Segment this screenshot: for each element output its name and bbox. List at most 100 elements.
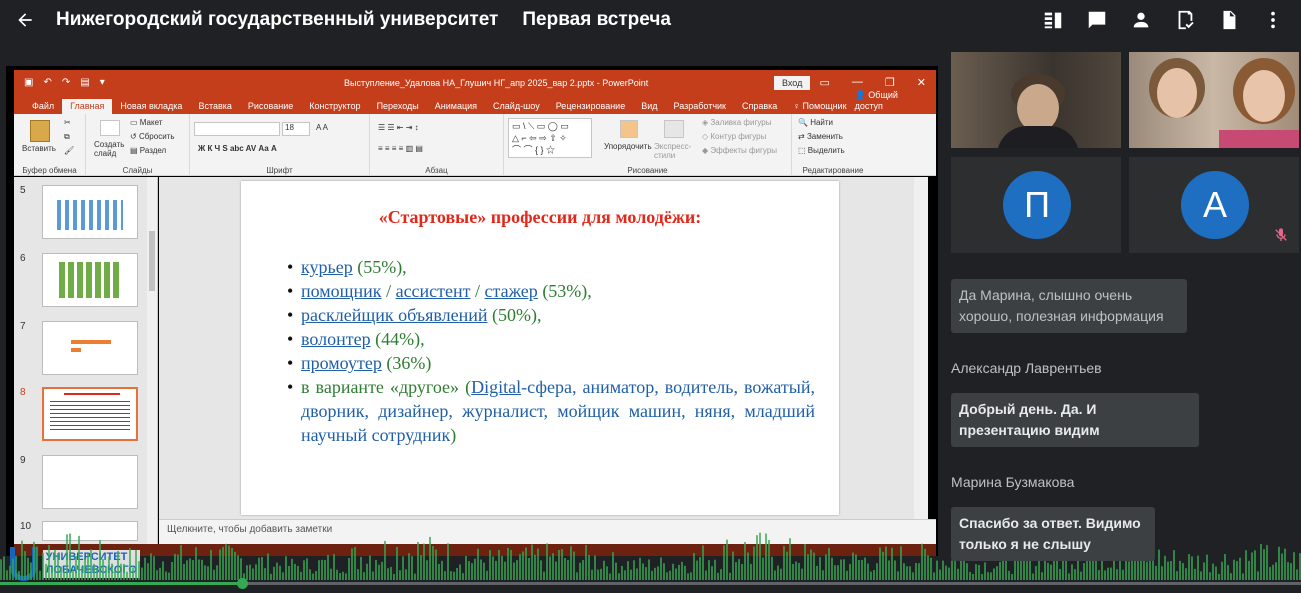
login-button[interactable]: Вход [774, 76, 811, 90]
participant-video-2[interactable] [1129, 52, 1299, 148]
format-buttons[interactable]: Ж К Ч S abc AV Аа A [198, 144, 277, 153]
ribbon-tab-8[interactable]: Слайд-шоу [485, 99, 548, 114]
people-icon[interactable] [1123, 6, 1159, 34]
chat-icon[interactable] [1079, 6, 1115, 34]
wave-bar [573, 551, 575, 580]
align-buttons[interactable]: ≡ ≡ ≡ ≡ ▥ ▤ [378, 144, 423, 153]
redo-icon[interactable]: ↷ [62, 77, 70, 88]
start-from-beginning-icon[interactable]: ▤ [80, 77, 89, 88]
undo-icon[interactable]: ↶ [43, 77, 51, 88]
wave-bar [192, 560, 194, 580]
activities-icon[interactable] [1167, 6, 1203, 34]
progress-handle[interactable] [236, 578, 248, 589]
wave-bar [78, 535, 80, 580]
ribbon-tab-9[interactable]: Рецензирование [548, 99, 634, 114]
ribbon-tab-1[interactable]: Главная [62, 99, 113, 114]
reset-button[interactable]: ↺ Сбросить [130, 132, 175, 141]
group-label: Шрифт [266, 166, 293, 175]
wave-bar [162, 561, 164, 580]
new-slide-button[interactable]: Создать слайд [94, 140, 134, 158]
close-icon[interactable]: ✕ [917, 76, 926, 89]
link-intern[interactable]: стажер [485, 281, 538, 301]
wave-bar [705, 570, 707, 580]
share-button[interactable]: 👤 Общий доступ [855, 90, 936, 114]
shapes-gallery[interactable]: ▭ \ ⟍ ▭ ◯ ▭ △ ⌐ ⇦ ⇨ ⇧ ✧ ⌒ ⌒ { } ☆ [508, 118, 592, 158]
link-helper[interactable]: помощник [301, 281, 382, 301]
link-courier[interactable]: курьер [301, 257, 353, 277]
ribbon-tab-12[interactable]: Справка [734, 99, 785, 114]
transcript-icon[interactable] [1035, 6, 1071, 34]
shape-outline-button[interactable]: ◇ Контур фигуры [702, 132, 766, 141]
font-grow-icon[interactable]: A A [316, 123, 328, 132]
ribbon-tab-0[interactable]: Файл [24, 99, 62, 114]
cut-icon[interactable]: ✂ [64, 118, 71, 127]
playback-progress[interactable] [0, 578, 1301, 589]
more-vert-icon[interactable] [1255, 6, 1291, 34]
copy-icon[interactable]: ⧉ [64, 132, 70, 142]
slide-thumbnail[interactable] [42, 253, 138, 307]
restore-icon[interactable]: ❐ [885, 76, 895, 89]
link-digital[interactable]: Digital [471, 377, 521, 397]
ribbon-tab-2[interactable]: Новая вкладка [112, 99, 190, 114]
slide-canvas[interactable]: «Стартовые» профессии для молодёжи: курь… [241, 181, 839, 515]
font-size-input[interactable]: 18 [282, 122, 310, 136]
wave-bar [1254, 550, 1256, 580]
wave-bar [1068, 573, 1070, 580]
ribbon-display-icon[interactable]: ▭ [820, 76, 830, 89]
link-assistant[interactable]: ассистент [396, 281, 471, 301]
participant-video-1[interactable] [951, 52, 1121, 148]
wave-bar [624, 570, 626, 580]
ribbon-tab-5[interactable]: Конструктор [301, 99, 368, 114]
ribbon-tab-7[interactable]: Анимация [427, 99, 485, 114]
participant-tile-p[interactable]: П [951, 157, 1121, 253]
ribbon-tab-13[interactable]: ♀ Помощник [785, 99, 854, 114]
slide-thumbnail[interactable] [42, 321, 138, 375]
wave-bar [189, 558, 191, 580]
font-name-input[interactable] [194, 122, 280, 136]
group-font: 18 A A Ж К Ч S abc AV Аа A Шрифт [190, 114, 370, 176]
list-item: помощник / ассистент / стажер (53%), [287, 279, 815, 303]
section-button[interactable]: ▤ Раздел [130, 146, 166, 155]
wave-bar [384, 540, 386, 580]
wave-bar [954, 559, 956, 580]
shape-fill-button[interactable]: ◈ Заливка фигуры [702, 118, 771, 127]
minimize-icon[interactable]: — [852, 76, 863, 89]
layout-button[interactable]: ▭ Макет [130, 118, 162, 127]
slide-thumbnail[interactable] [42, 185, 138, 239]
thumbnail-scrollbar[interactable] [147, 177, 157, 544]
back-arrow-icon[interactable] [0, 0, 50, 40]
wave-bar [1236, 561, 1238, 580]
ppt-title-bar: ▣ ↶ ↷ ▤ ▾ Выступление_Удалова НА_Глушич … [14, 70, 936, 96]
wave-bar [978, 565, 980, 580]
slide-thumbnail[interactable] [42, 455, 138, 509]
express-styles-button[interactable]: Экспресс-стили [654, 142, 696, 160]
scrollbar-thumb[interactable] [149, 231, 155, 291]
wave-bar [660, 557, 662, 580]
wave-bar [1206, 554, 1208, 580]
save-icon[interactable]: ▣ [24, 77, 33, 88]
editor-scrollbar[interactable] [914, 177, 928, 519]
ribbon-tab-10[interactable]: Вид [633, 99, 665, 114]
find-button[interactable]: 🔍 Найти [798, 118, 833, 127]
wave-bar [462, 573, 464, 580]
ribbon-tab-6[interactable]: Переходы [369, 99, 427, 114]
ribbon-tab-11[interactable]: Разработчик [666, 99, 734, 114]
shape-effects-button[interactable]: ◆ Эффекты фигуры [702, 146, 777, 155]
select-button[interactable]: ⬚ Выделить [798, 146, 845, 155]
ribbon-tab-4[interactable]: Рисование [240, 99, 301, 114]
participant-tile-a[interactable]: А [1129, 157, 1299, 253]
paste-button[interactable]: Вставить [22, 144, 56, 153]
document-icon[interactable] [1211, 6, 1247, 34]
link-volunteer[interactable]: волонтер [301, 329, 371, 349]
customize-icon[interactable]: ▾ [100, 77, 105, 88]
link-promoter[interactable]: промоутер [301, 353, 382, 373]
arrange-button[interactable]: Упорядочить [604, 142, 652, 151]
link-poster[interactable]: расклейщик объявлений [301, 305, 488, 325]
ribbon-tab-3[interactable]: Вставка [190, 99, 239, 114]
slide-thumbnail-selected[interactable] [42, 387, 138, 441]
wave-bar [351, 548, 353, 580]
list-buttons[interactable]: ☰ ☰ ⇤ ⇥ ↕ [378, 123, 419, 132]
replace-button[interactable]: ⇄ Заменить [798, 132, 843, 141]
format-painter-icon[interactable]: 🖌 [64, 146, 74, 155]
wave-bar [876, 563, 878, 580]
